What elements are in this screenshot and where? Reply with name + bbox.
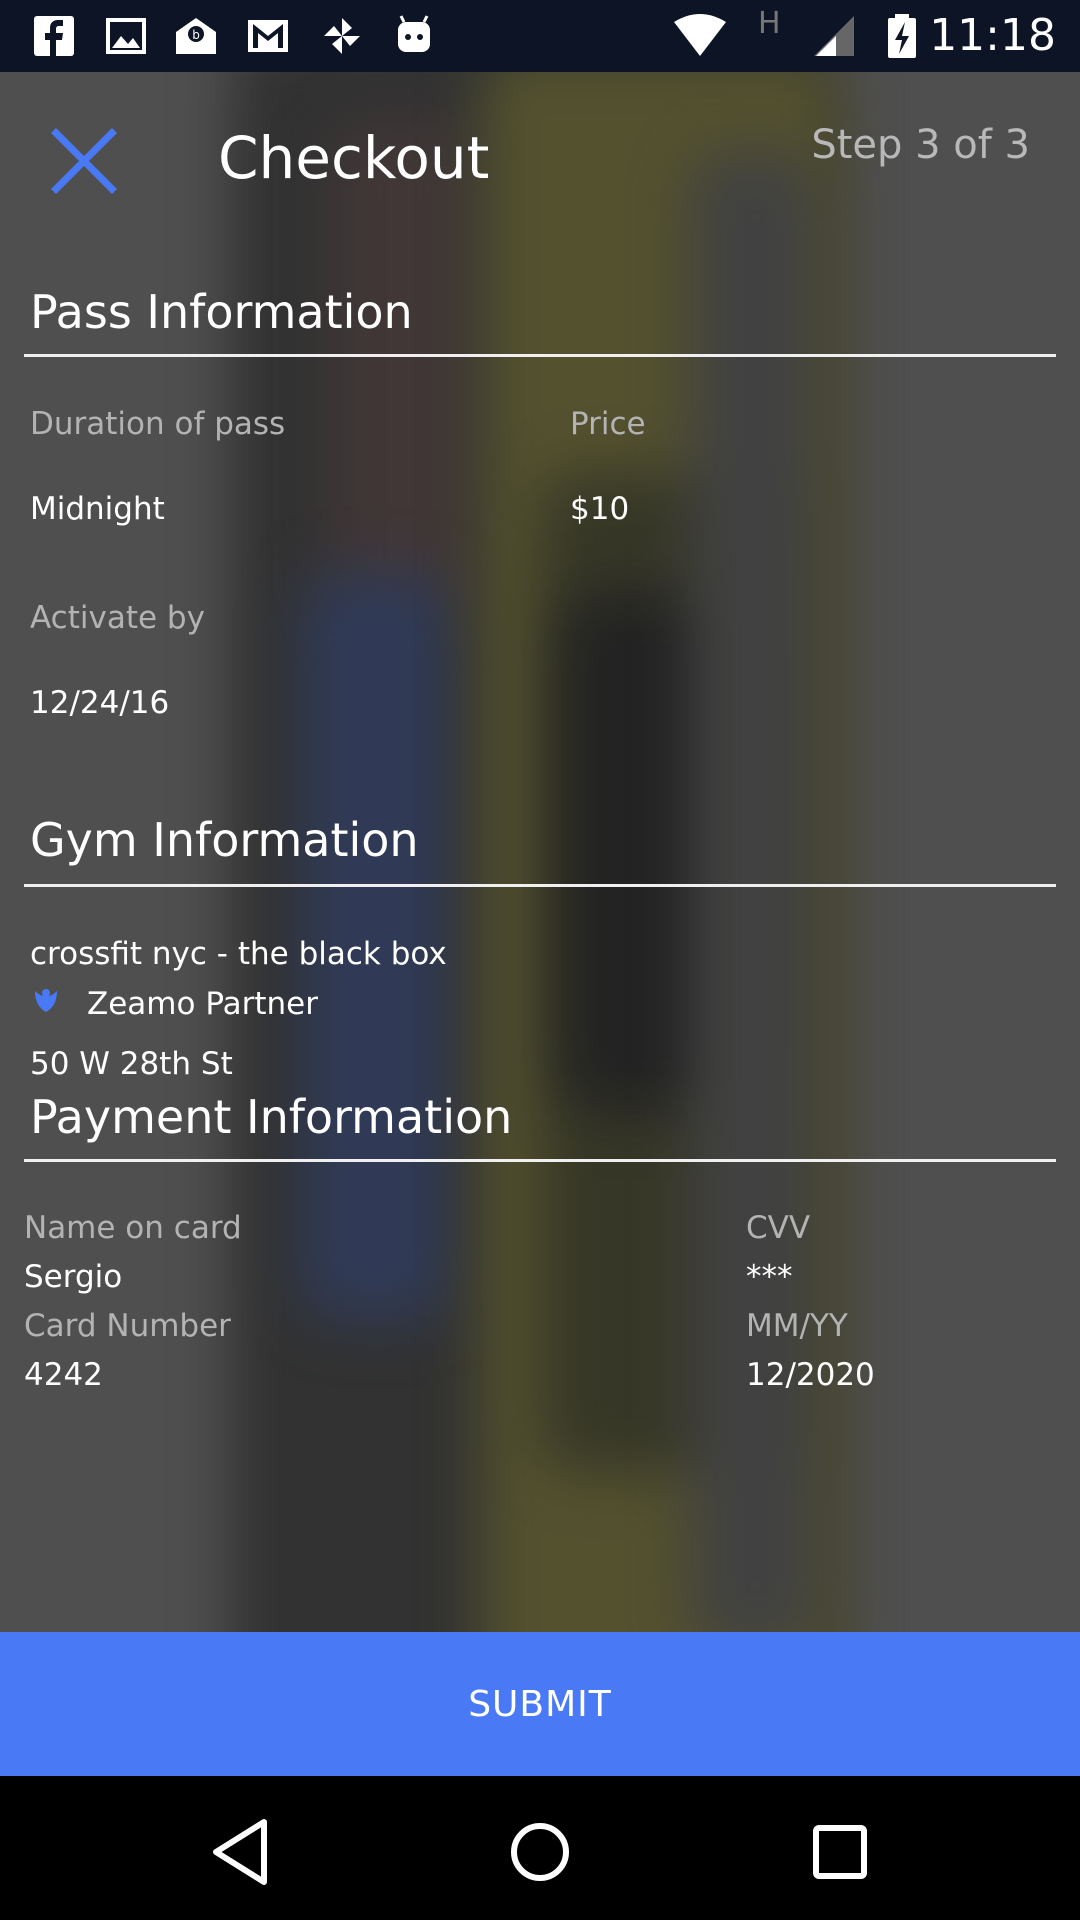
home-icon[interactable] [500,1812,580,1892]
price-label: Price [570,406,646,442]
partner-badge-icon [35,989,57,1012]
wifi-icon [674,14,726,56]
name-on-card-label: Name on card [24,1210,242,1246]
card-number-label: Card Number [24,1308,231,1344]
gym-name: crossfit nyc - the black box [30,936,447,972]
duration-value: Midnight [30,491,165,527]
signal-icon [814,16,854,56]
gym-address: 50 W 28th St [30,1046,233,1082]
battery-charging-icon [888,14,916,58]
gmail-icon [248,20,288,52]
section-title: Payment Information [30,1090,513,1144]
android-icon [398,15,430,52]
close-icon[interactable] [50,127,118,195]
payment-information-heading: Payment Information [24,1087,1056,1162]
name-on-card-value: Sergio [24,1259,123,1295]
pass-information-heading: Pass Information [24,282,1056,357]
step-indicator: Step 3 of 3 [811,122,1030,168]
price-value: $10 [570,491,630,527]
status-bar: b H 11:18 [0,0,1080,72]
expiry-label: MM/YY [746,1308,848,1344]
expiry-value: 12/2020 [746,1357,875,1393]
checkout-screen: Checkout Step 3 of 3 Pass Information Du… [0,72,1080,1632]
facebook-icon [34,16,74,56]
submit-label: SUBMIT [468,1683,612,1725]
activate-value: 12/24/16 [30,685,170,721]
cvv-label: CVV [746,1210,811,1246]
activate-label: Activate by [30,600,205,636]
section-title: Gym Information [30,813,419,867]
back-icon[interactable] [202,1812,282,1892]
page-title: Checkout [218,124,490,192]
duration-label: Duration of pass [30,406,286,442]
mail-open-icon: b [176,18,216,54]
h-network-icon: H [758,6,781,41]
partner-label: Zeamo Partner [87,986,318,1022]
gym-information-heading: Gym Information [24,810,1056,887]
card-number-value: 4242 [24,1357,103,1393]
navigation-bar [0,1776,1080,1920]
recents-icon[interactable] [800,1812,880,1892]
svg-text:b: b [192,28,200,42]
section-title: Pass Information [30,285,413,339]
clock: 11:18 [929,10,1056,61]
gallery-icon [106,18,146,54]
pinwheel-icon [324,18,360,54]
submit-button[interactable]: SUBMIT [0,1632,1080,1776]
cvv-value: *** [746,1259,793,1295]
